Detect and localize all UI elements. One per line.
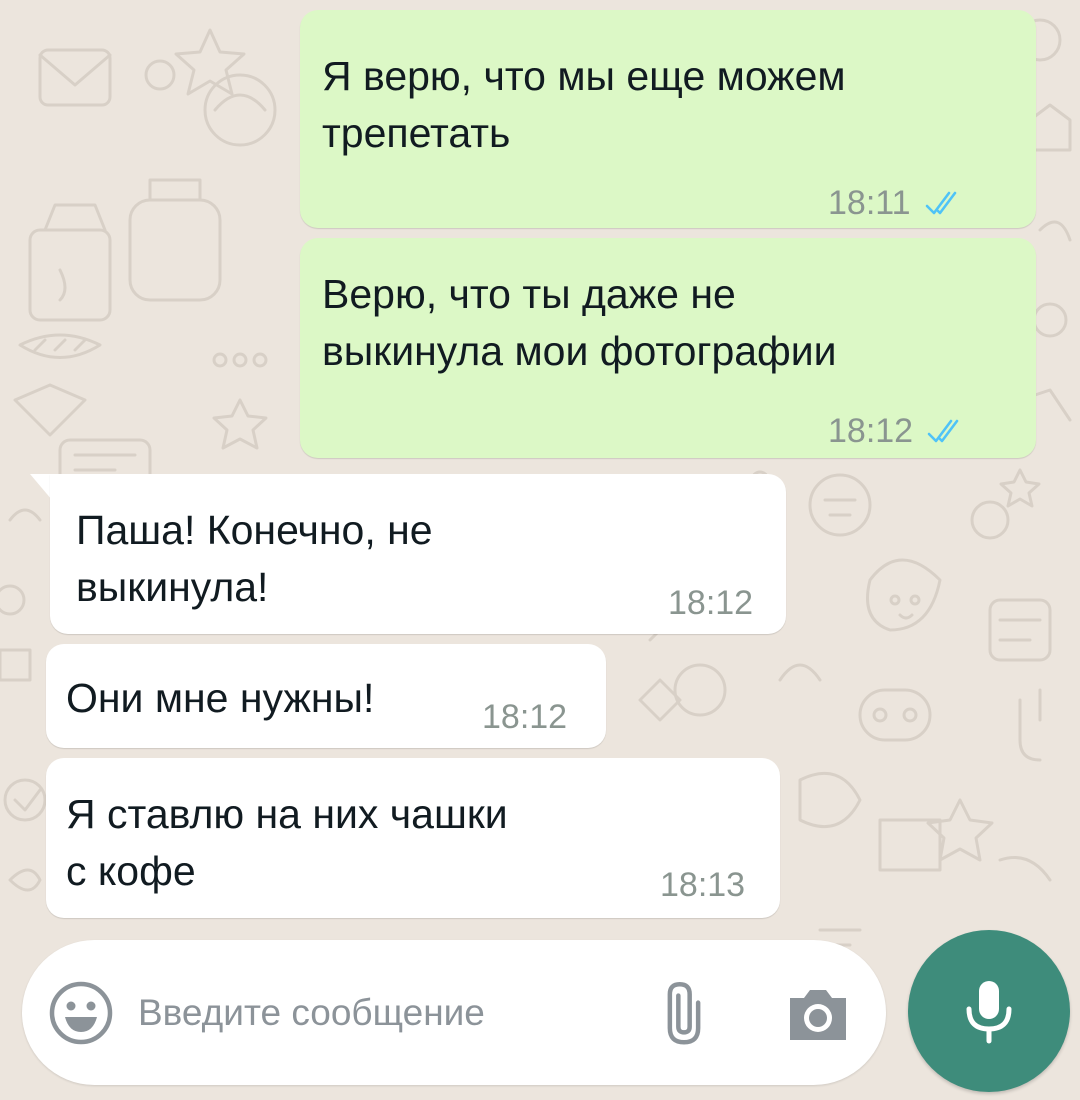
message-bubble-outgoing[interactable]: Верю, что ты даже не выкинула мои фотогр…	[300, 238, 1036, 458]
microphone-icon	[966, 981, 1012, 1044]
emoji-icon[interactable]	[48, 980, 114, 1046]
message-text: Паша! Конечно, не выкинула!	[76, 507, 433, 610]
message-bubble-outgoing[interactable]: Я верю, что мы еще можем трепетать 18:11	[300, 10, 1036, 228]
message-time: 18:12	[482, 698, 568, 736]
voice-record-button[interactable]	[908, 930, 1070, 1092]
message-meta: 18:12	[668, 584, 753, 623]
bubble-tail	[30, 474, 52, 500]
message-text: Я верю, что мы еще можем трепетать	[322, 53, 846, 156]
camera-icon[interactable]	[782, 978, 854, 1050]
message-input[interactable]	[138, 982, 608, 1044]
message-meta: 18:12	[828, 412, 969, 451]
message-time: 18:12	[828, 412, 914, 450]
message-meta: 18:11	[828, 184, 967, 223]
message-meta: 18:12	[482, 698, 567, 737]
message-meta: 18:13	[660, 866, 745, 905]
paperclip-icon[interactable]	[648, 978, 720, 1050]
message-bubble-incoming[interactable]: Они мне нужны! 18:12	[46, 644, 606, 748]
read-receipt-icon	[927, 419, 959, 442]
read-receipt-icon	[925, 191, 956, 214]
message-text: Я ставлю на них чашки с кофе	[66, 791, 508, 894]
message-time: 18:11	[828, 184, 911, 222]
message-time: 18:12	[668, 584, 754, 622]
message-bubble-incoming[interactable]: Я ставлю на них чашки с кофе 18:13	[46, 758, 780, 918]
message-text: Они мне нужны!	[66, 675, 375, 721]
message-text: Верю, что ты даже не выкинула мои фотогр…	[322, 271, 837, 374]
message-bubble-incoming[interactable]: Паша! Конечно, не выкинула! 18:12	[50, 474, 786, 634]
message-time: 18:13	[660, 866, 746, 904]
